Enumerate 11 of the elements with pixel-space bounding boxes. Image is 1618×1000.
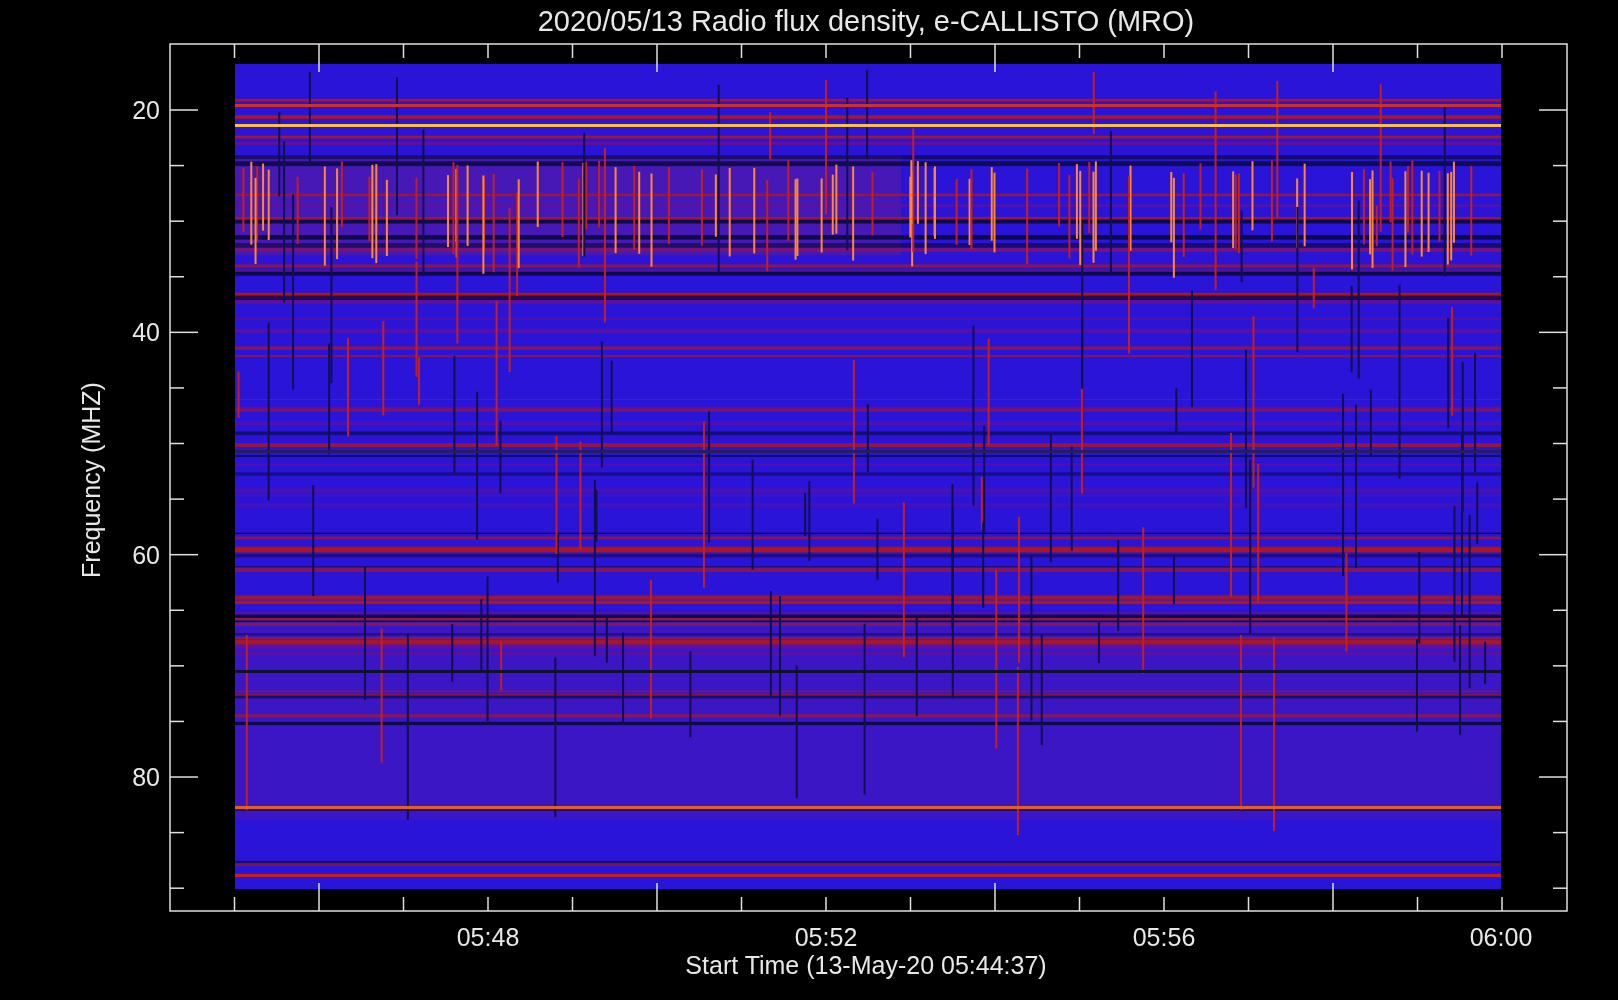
chart-title: 2020/05/13 Radio flux density, e-CALLISTO (MRO) [537, 5, 1195, 37]
y-axis-label: Frequency (MHZ) [77, 382, 105, 578]
x-tick-label: 05:48 [456, 923, 520, 951]
y-tick-label: 60 [132, 540, 160, 569]
x-axis-label: Start Time (13-May-20 05:44:37) [685, 951, 1047, 979]
x-tick-label: 05:56 [1132, 923, 1196, 951]
y-tick-label: 40 [132, 318, 160, 347]
y-tick-label: 20 [132, 96, 160, 124]
x-tick-label: 05:52 [794, 923, 858, 951]
x-tick-label: 06:00 [1469, 923, 1533, 951]
y-tick-label: 80 [132, 762, 160, 791]
